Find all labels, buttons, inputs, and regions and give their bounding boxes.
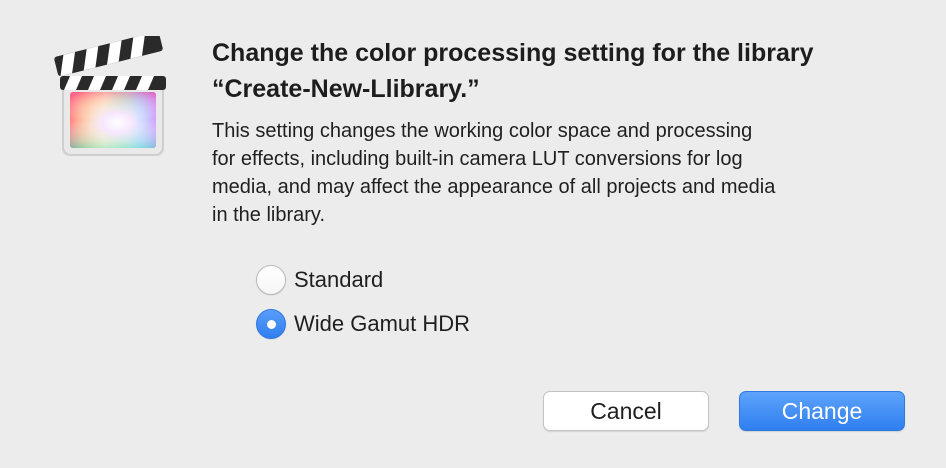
cancel-button[interactable]: Cancel <box>543 391 709 431</box>
dialog-message-line: for effects, including built-in camera L… <box>212 148 743 170</box>
dialog-message-line: This setting changes the working color s… <box>212 120 753 142</box>
color-processing-radio-group: Standard Wide Gamut HDR <box>256 262 470 350</box>
change-button[interactable]: Change <box>739 391 905 431</box>
dialog-message: This setting changes the working color s… <box>212 117 912 229</box>
radio-button-standard[interactable] <box>256 265 286 295</box>
radio-option-standard[interactable]: Standard <box>256 262 470 298</box>
dialog-title-line: “Create-New-Llibrary.” <box>212 75 480 103</box>
dialog-message-line: media, and may affect the appearance of … <box>212 176 776 198</box>
dialog-message-line: in the library. <box>212 204 326 226</box>
dialog-title: Change the color processing setting for … <box>212 35 912 107</box>
radio-label-standard[interactable]: Standard <box>294 267 383 293</box>
radio-button-wide-gamut-hdr[interactable] <box>256 309 286 339</box>
radio-label-wide-gamut-hdr[interactable]: Wide Gamut HDR <box>294 311 470 337</box>
final-cut-pro-clapperboard-icon <box>54 36 166 156</box>
radio-selected-dot <box>266 319 276 329</box>
dialog-title-line: Change the color processing setting for … <box>212 39 814 67</box>
radio-option-wide-gamut-hdr[interactable]: Wide Gamut HDR <box>256 306 470 342</box>
color-processing-dialog: Change the color processing setting for … <box>0 0 946 468</box>
